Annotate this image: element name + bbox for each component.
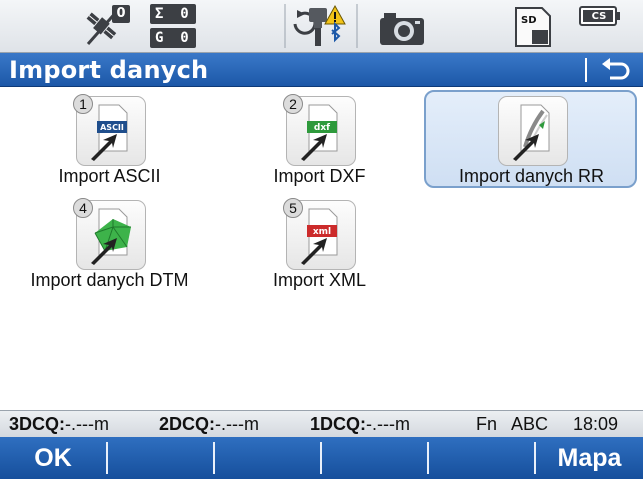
svg-text:dxf: dxf (314, 123, 330, 133)
map-button[interactable]: Mapa (536, 437, 643, 479)
g-counter: G 0 (150, 28, 196, 48)
road-runner-icon (498, 96, 568, 166)
status-bar: 0 Σ 0 G 0 SD CS (0, 0, 643, 53)
tile-number: 5 (283, 198, 303, 218)
ok-button[interactable]: OK (0, 437, 106, 479)
back-arrow-icon (602, 58, 630, 80)
tile-import-dtm[interactable]: 4 Import danych DTM (2, 192, 217, 296)
tile-label: Import DXF (273, 166, 366, 186)
sd-card-icon[interactable]: SD (512, 4, 556, 48)
page-title: Import danych (9, 56, 209, 84)
tile-number: 2 (283, 94, 303, 114)
tile-number: 4 (73, 198, 93, 218)
back-button[interactable] (594, 55, 638, 85)
svg-text:ASCII: ASCII (100, 123, 124, 132)
total-station-icon[interactable] (283, 4, 361, 48)
tile-label: Import danych DTM (30, 270, 189, 290)
1dcq-readout: 1DCQ:-.---m (310, 414, 410, 434)
f4-button[interactable] (322, 437, 427, 479)
satellite-count: 0 (112, 5, 130, 23)
svg-text:SD: SD (521, 15, 537, 26)
fn-indicator: Fn (476, 414, 498, 434)
title-bar: Import danych (0, 53, 643, 87)
3dcq-readout: 3DCQ:-.---m (9, 414, 109, 434)
2dcq-readout: 2DCQ:-.---m (159, 414, 259, 434)
tile-import-rr[interactable]: Import danych RR (424, 88, 639, 192)
import-menu: ASCII 1 Import ASCII dxf 2 Import DXF Im… (0, 88, 643, 410)
tile-import-dxf[interactable]: dxf 2 Import DXF (212, 88, 427, 192)
function-key-bar: OK Mapa (0, 437, 643, 479)
tile-label: Import XML (272, 270, 367, 290)
info-bar: 3DCQ:-.---m 2DCQ:-.---m 1DCQ:-.---m Fn A… (0, 410, 643, 437)
f3-button[interactable] (215, 437, 320, 479)
tile-label: Import ASCII (58, 166, 161, 186)
input-mode-indicator: ABC (511, 414, 549, 434)
camera-icon[interactable] (378, 4, 426, 48)
title-divider (585, 58, 587, 82)
tile-import-ascii[interactable]: ASCII 1 Import ASCII (2, 88, 217, 192)
tile-label: Import danych RR (458, 166, 605, 186)
svg-text:xml: xml (313, 227, 331, 237)
f5-button[interactable] (429, 437, 534, 479)
f2-button[interactable] (108, 437, 213, 479)
tile-number: 1 (73, 94, 93, 114)
clock: 18:09 (573, 414, 619, 434)
tile-import-xml[interactable]: xml 5 Import XML (212, 192, 427, 296)
battery-label: CS (591, 11, 607, 22)
satellite-icon[interactable]: 0 (84, 4, 132, 48)
counters[interactable]: Σ 0 G 0 (150, 4, 198, 48)
sum-counter: Σ 0 (150, 4, 196, 24)
battery-icon[interactable]: CS (578, 4, 622, 48)
